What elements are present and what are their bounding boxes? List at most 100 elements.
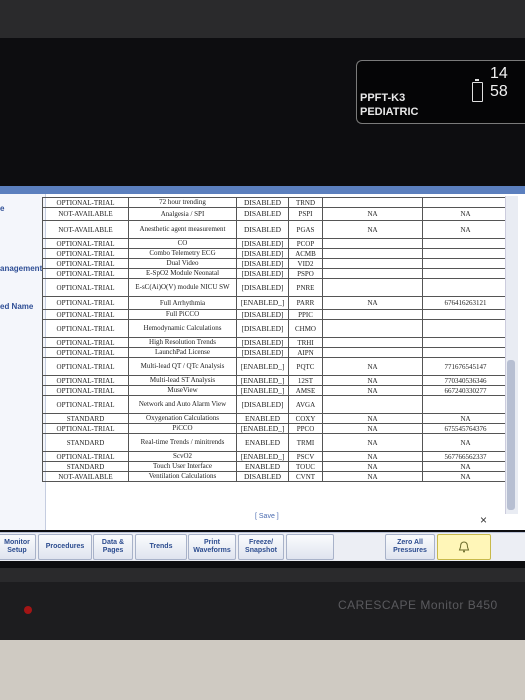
- serial-cell: NA: [322, 423, 423, 434]
- code-cell: AVGA: [288, 395, 323, 414]
- print-waveforms-button[interactable]: Print Waveforms: [188, 534, 236, 560]
- table-row[interactable]: OPTIONAL-TRIAL Hemodynamic Calculations [D…: [42, 319, 509, 338]
- state-cell[interactable]: [ENABLED_]: [236, 357, 289, 376]
- option-name-cell: Combo Telemetry ECG: [128, 248, 237, 259]
- state-cell[interactable]: [DISABLED]: [236, 347, 289, 358]
- state-cell[interactable]: [ENABLED_]: [236, 296, 289, 310]
- status-cell: OPTIONAL-TRIAL: [42, 347, 129, 358]
- state-cell[interactable]: [DISABLED]: [236, 319, 289, 338]
- table-row[interactable]: STANDARD Real-time Trends / minitrends ENA…: [42, 433, 509, 452]
- table-row[interactable]: OPTIONAL-TRIAL MuseView [ENABLED_] AMSE NA 66…: [42, 385, 509, 396]
- alarm-bell-icon: [458, 541, 470, 553]
- zero-all-pressures-button[interactable]: Zero All Pressures: [385, 534, 435, 560]
- empty-button[interactable]: [286, 534, 334, 560]
- state-cell[interactable]: [ENABLED_]: [236, 451, 289, 462]
- state-cell[interactable]: [DISABLED]: [236, 278, 289, 297]
- state-cell[interactable]: ENABLED: [236, 433, 289, 452]
- state-cell[interactable]: [ENABLED_]: [236, 423, 289, 434]
- status-cell: OPTIONAL-TRIAL: [42, 395, 129, 414]
- license-cell: [422, 319, 509, 338]
- state-cell[interactable]: ENABLED: [236, 413, 289, 424]
- table-row[interactable]: OPTIONAL-TRIAL E-sC(Ai)O(V) module NICU S…: [42, 278, 509, 297]
- license-cell: [422, 248, 509, 259]
- state-cell[interactable]: [DISABLED]: [236, 395, 289, 414]
- monitor-setup-button[interactable]: Monitor Setup: [0, 534, 36, 560]
- table-row[interactable]: NOT-AVAILABLE Ventilation Calculations DIS…: [42, 471, 509, 482]
- scrollbar-thumb[interactable]: [507, 360, 515, 510]
- table-row[interactable]: NOT-AVAILABLE Anesthetic agent measuremen…: [42, 220, 509, 239]
- data-pages-button[interactable]: Data & Pages: [93, 534, 133, 560]
- license-cell: 675545764376: [422, 423, 509, 434]
- state-cell[interactable]: [DISABLED]: [236, 309, 289, 320]
- option-name-cell: LaunchPad License: [128, 347, 237, 358]
- state-cell[interactable]: [ENABLED_]: [236, 385, 289, 396]
- state-cell[interactable]: DISABLED: [236, 471, 289, 482]
- status-cell: STANDARD: [42, 433, 129, 452]
- serial-cell: NA: [322, 471, 423, 482]
- license-cell: 771676545147: [422, 357, 509, 376]
- background-surface: [0, 640, 525, 700]
- license-cell: 667240330277: [422, 385, 509, 396]
- state-cell[interactable]: DISABLED: [236, 220, 289, 239]
- state-cell[interactable]: ENABLED: [236, 461, 289, 472]
- option-name-cell: Network and Auto Alarm View: [128, 395, 237, 414]
- license-cell: NA: [422, 207, 509, 221]
- state-cell[interactable]: [DISABLED]: [236, 337, 289, 348]
- left-nav-label-2[interactable]: anagement: [0, 264, 42, 273]
- table-row[interactable]: OPTIONAL-TRIAL Multi-lead ST Analysis [ENA…: [42, 375, 509, 386]
- table-row[interactable]: OPTIONAL-TRIAL Combo Telemetry ECG [DISABL…: [42, 248, 509, 259]
- serial-cell: [322, 347, 423, 358]
- state-cell[interactable]: [DISABLED]: [236, 238, 289, 249]
- table-row[interactable]: OPTIONAL-TRIAL 72 hour trending DISABLED TR…: [42, 197, 509, 208]
- table-row[interactable]: OPTIONAL-TRIAL Network and Auto Alarm Vie…: [42, 395, 509, 414]
- left-nav-label-3[interactable]: ed Name: [0, 302, 33, 311]
- table-row[interactable]: OPTIONAL-TRIAL PiCCO [ENABLED_] PPCO NA 67554…: [42, 423, 509, 434]
- status-cell: OPTIONAL-TRIAL: [42, 197, 129, 208]
- table-row[interactable]: STANDARD Oxygenation Calculations ENABLED C…: [42, 413, 509, 424]
- code-cell: COXY: [288, 413, 323, 424]
- state-cell[interactable]: [ENABLED_]: [236, 375, 289, 386]
- license-cell: NA: [422, 433, 509, 452]
- option-name-cell: E-SpO2 Module Neonatal: [128, 268, 237, 279]
- state-cell[interactable]: [DISABLED]: [236, 268, 289, 279]
- table-row[interactable]: OPTIONAL-TRIAL High Resolution Trends [DIS…: [42, 337, 509, 348]
- save-link[interactable]: [ Save ]: [255, 513, 279, 520]
- state-cell[interactable]: DISABLED: [236, 207, 289, 221]
- license-cell: NA: [422, 461, 509, 472]
- serial-cell: NA: [322, 461, 423, 472]
- table-row[interactable]: OPTIONAL-TRIAL E-SpO2 Module Neonatal [DIS…: [42, 268, 509, 279]
- state-cell[interactable]: DISABLED: [236, 197, 289, 208]
- left-nav-label-1[interactable]: e: [0, 204, 4, 213]
- table-row[interactable]: OPTIONAL-TRIAL Dual Video [DISABLED] VID2: [42, 258, 509, 269]
- table-row[interactable]: STANDARD Touch User Interface ENABLED TOUC N…: [42, 461, 509, 472]
- close-icon[interactable]: ×: [480, 513, 487, 527]
- state-cell[interactable]: [DISABLED]: [236, 258, 289, 269]
- license-cell: [422, 337, 509, 348]
- code-cell: PGAS: [288, 220, 323, 239]
- table-row[interactable]: NOT-AVAILABLE Analgesia / SPI DISABLED PSPI…: [42, 207, 509, 221]
- alarm-bell-button[interactable]: [437, 534, 491, 560]
- license-cell: [422, 197, 509, 208]
- code-cell: PQTC: [288, 357, 323, 376]
- status-cell: OPTIONAL-TRIAL: [42, 258, 129, 269]
- status-cell: STANDARD: [42, 461, 129, 472]
- table-row[interactable]: OPTIONAL-TRIAL LaunchPad License [DISABLED…: [42, 347, 509, 358]
- patient-category-label: PEDIATRIC: [360, 106, 419, 118]
- table-row[interactable]: OPTIONAL-TRIAL Multi-lead QT / QTc Analys…: [42, 357, 509, 376]
- license-cell: NA: [422, 220, 509, 239]
- code-cell: PSPI: [288, 207, 323, 221]
- option-name-cell: Multi-lead ST Analysis: [128, 375, 237, 386]
- status-cell: OPTIONAL-TRIAL: [42, 278, 129, 297]
- table-row[interactable]: OPTIONAL-TRIAL Full Arrhythmia [ENABLED_] P…: [42, 296, 509, 310]
- state-cell[interactable]: [DISABLED]: [236, 248, 289, 259]
- table-row[interactable]: OPTIONAL-TRIAL CO [DISABLED] PCOP: [42, 238, 509, 249]
- table-row[interactable]: OPTIONAL-TRIAL Full PiCCO [DISABLED] PPIC: [42, 309, 509, 320]
- serial-cell: [322, 268, 423, 279]
- trends-button[interactable]: Trends: [135, 534, 187, 560]
- freeze-snapshot-button[interactable]: Freeze/ Snapshot: [238, 534, 284, 560]
- procedures-button[interactable]: Procedures: [38, 534, 92, 560]
- options-table-container: OPTIONAL-TRIAL 72 hour trending DISABLED TR…: [42, 197, 509, 482]
- status-cell: NOT-AVAILABLE: [42, 220, 129, 239]
- table-row[interactable]: OPTIONAL-TRIAL ScvO2 [ENABLED_] PSCV NA 56776…: [42, 451, 509, 462]
- status-cell: OPTIONAL-TRIAL: [42, 385, 129, 396]
